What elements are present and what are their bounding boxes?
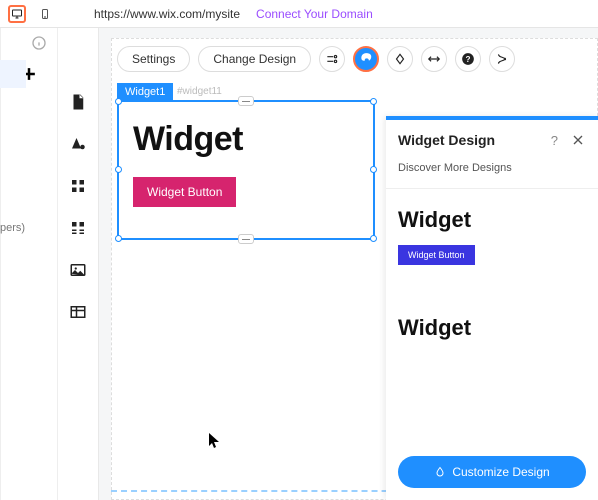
stretch-icon[interactable]	[421, 46, 447, 72]
resize-handle[interactable]	[370, 166, 377, 173]
mobile-view-button[interactable]	[36, 5, 54, 23]
droplet-icon	[434, 466, 446, 478]
panel-help-icon[interactable]: ?	[551, 133, 558, 148]
widget-design-panel: Widget Design ? Discover More Designs Wi…	[386, 116, 598, 500]
info-icon[interactable]	[31, 35, 47, 51]
desktop-view-button[interactable]	[8, 5, 26, 23]
resize-handle[interactable]	[115, 235, 122, 242]
selection-label[interactable]: Widget1	[117, 83, 173, 101]
svg-text:?: ?	[466, 55, 471, 64]
resize-handle[interactable]	[370, 98, 377, 105]
panel-title: Widget Design	[398, 132, 543, 148]
widget-button[interactable]: Widget Button	[133, 177, 236, 207]
resize-handle[interactable]	[115, 98, 122, 105]
design-icon[interactable]	[353, 46, 379, 72]
selected-widget[interactable]: Widget Widget Button	[117, 100, 375, 240]
preset-button: Widget Button	[398, 245, 475, 265]
help-icon[interactable]: ?	[455, 46, 481, 72]
top-bar: https://www.wix.com/mysite Connect Your …	[0, 0, 598, 28]
cursor-icon	[209, 433, 221, 449]
customize-design-button[interactable]: Customize Design	[398, 456, 586, 488]
preset-icon[interactable]	[319, 46, 345, 72]
settings-button[interactable]: Settings	[117, 46, 190, 72]
anchor-top[interactable]	[238, 96, 254, 106]
main-area: pers) Settings Change Design ? Widget1 #…	[0, 28, 598, 500]
animation-icon[interactable]	[387, 46, 413, 72]
interactions-icon[interactable]	[489, 46, 515, 72]
element-toolbar: Settings Change Design ?	[117, 46, 515, 72]
design-preset[interactable]: Widget Widget Button	[398, 207, 586, 265]
close-icon[interactable]	[570, 132, 586, 148]
design-presets-list: Widget Widget Button Widget	[386, 189, 598, 444]
preset-title: Widget	[398, 207, 586, 233]
layout-expand-icon[interactable]	[69, 219, 87, 237]
widget-title[interactable]: Widget	[119, 102, 373, 159]
page-icon[interactable]	[69, 93, 87, 111]
left-gutter-highlight	[0, 60, 26, 88]
discover-more-link[interactable]: Discover More Designs	[386, 156, 598, 189]
clipped-label: pers)	[0, 222, 25, 234]
tools-column	[58, 28, 98, 500]
site-url: https://www.wix.com/mysite	[94, 7, 240, 21]
image-icon[interactable]	[69, 261, 87, 279]
resize-handle[interactable]	[370, 235, 377, 242]
anchor-bottom[interactable]	[238, 234, 254, 244]
text-style-icon[interactable]	[69, 135, 87, 153]
customize-label: Customize Design	[452, 465, 549, 479]
table-icon[interactable]	[69, 303, 87, 321]
selection-element-id: #widget11	[177, 86, 222, 97]
preset-title: Widget	[398, 315, 586, 341]
change-design-button[interactable]: Change Design	[198, 46, 311, 72]
connect-domain-link[interactable]: Connect Your Domain	[256, 7, 373, 21]
canvas[interactable]: Settings Change Design ? Widget1 #widget…	[98, 28, 598, 500]
info-column	[0, 28, 58, 500]
design-preset[interactable]: Widget	[398, 315, 586, 341]
resize-handle[interactable]	[115, 166, 122, 173]
grid-icon[interactable]	[69, 177, 87, 195]
